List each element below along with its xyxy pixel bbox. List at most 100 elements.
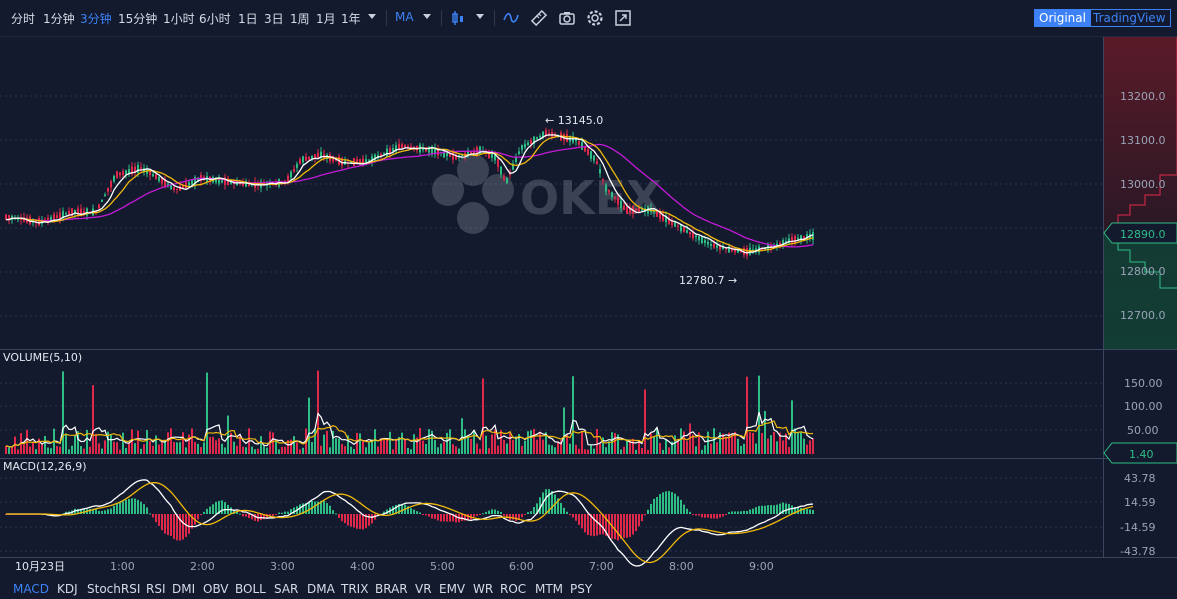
volume-bar [281,446,283,454]
volume-bar [524,440,526,454]
volume-bar [50,448,52,454]
volume-bar [503,439,505,454]
macd-bar [143,504,145,514]
volume-bar [128,442,130,454]
indicator-tab[interactable]: SAR [274,582,298,596]
macd-bar [776,504,778,514]
candle-body [596,161,598,165]
time-tick: 6:00 [509,560,534,573]
volume-bar [335,438,337,454]
volume-bar [473,429,475,454]
price-tick: 12700.0 [1120,309,1166,322]
macd-bar [692,514,694,515]
candle-body [623,205,625,211]
candle-body [176,188,178,191]
macd-bar [107,509,109,514]
volume-bar [233,441,235,454]
candle-body [65,213,67,215]
macd-bar [758,505,760,514]
macd-bar [560,503,562,514]
candle-body [368,159,370,161]
volume-bar [185,447,187,454]
candle-body [386,148,388,157]
volume-bar [548,444,550,454]
indicator-tab[interactable]: BOLL [235,582,266,596]
volume-bar [8,447,10,454]
indicator-tab[interactable]: DMI [172,582,195,596]
indicator-tab[interactable]: MTM [535,582,563,596]
indicator-tab[interactable]: VR [415,582,432,596]
macd-bar [245,514,247,517]
macd-bar [410,508,412,514]
volume-tick: 150.00 [1124,377,1163,390]
macd-bar [527,512,529,514]
indicator-tab[interactable]: DMA [307,582,335,596]
candle-body [602,178,604,181]
volume-bar [557,441,559,454]
volume-bar [491,434,493,454]
volume-bar [374,429,376,454]
volume-bar [365,447,367,454]
candle-body [617,197,619,205]
price-tick: 13100.0 [1120,134,1166,147]
volume-bar [119,449,121,454]
macd-bar [329,505,331,514]
volume-bar [329,447,331,454]
volume-bar [116,442,118,454]
volume-bar [776,441,778,454]
macd-bar [629,514,631,537]
macd-bar [602,514,604,535]
volume-bar [323,434,325,454]
volume-bar [293,436,295,454]
volume-bar [434,439,436,454]
macd-bar [770,505,772,514]
macd-bar [164,514,166,534]
volume-bar [650,433,652,454]
indicator-tab[interactable]: KDJ [57,582,78,596]
volume-bar [578,448,580,454]
indicator-tab[interactable]: EMV [439,582,465,596]
candle-body [38,218,40,226]
volume-bar [215,440,217,454]
macd-bar [476,514,478,516]
indicator-tab[interactable]: OBV [203,582,229,596]
volume-bar [632,438,634,454]
macd-bar [158,514,160,526]
candle-body [539,136,541,138]
volume-bar [695,446,697,454]
macd-bar [659,494,661,514]
indicator-tab[interactable]: ROC [500,582,526,596]
macd-bar [809,509,811,514]
candle-body [116,171,118,179]
macd-bar [617,514,619,541]
indicator-tab[interactable]: RSI [146,582,166,596]
volume-bar [203,442,205,454]
candle-body [125,170,127,175]
volume-bar [704,445,706,454]
indicator-tab[interactable]: StochRSI [87,582,140,596]
indicator-tab-active[interactable]: MACD [13,582,49,596]
indicator-tab[interactable]: TRIX [341,582,368,596]
volume-bar [476,443,478,454]
macd-bar [638,514,640,527]
volume-bar [479,448,481,454]
indicator-tab[interactable]: PSY [570,582,592,596]
macd-bar [446,514,448,522]
macd-bar [362,514,364,530]
chart-canvas[interactable]: OKEX ← 13145.0 12780.7 → 13200.0 13100.0… [0,0,1177,578]
macd-bar [701,514,703,518]
macd-bar [707,514,709,518]
volume-bar [710,443,712,454]
candle-body [716,245,718,248]
macd-bar [791,505,793,514]
indicator-tab[interactable]: WR [473,582,493,596]
macd-bar [149,513,151,515]
indicator-tab[interactable]: BRAR [375,582,408,596]
candle-body [548,133,550,135]
macd-bar [461,514,463,522]
candle-body [677,225,679,227]
volume-bar [299,449,301,454]
macd-bar [731,511,733,514]
volume-bar [506,443,508,454]
macd-bar [479,514,481,515]
